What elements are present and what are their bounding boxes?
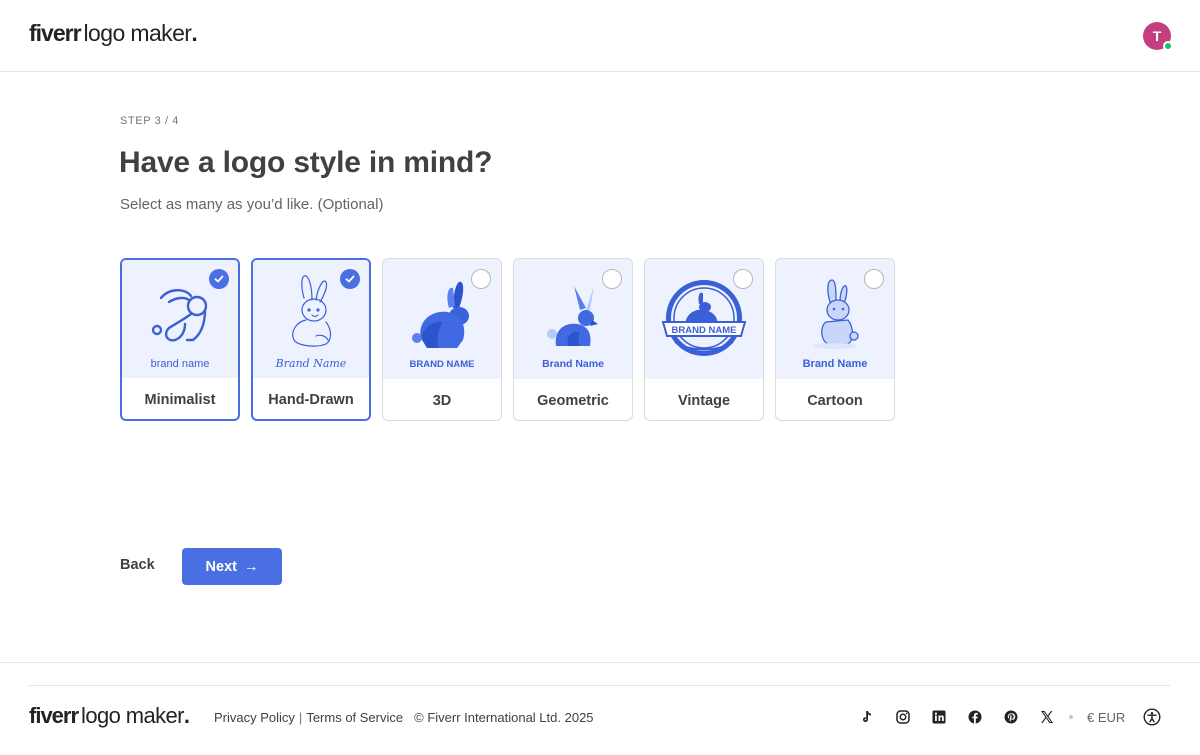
footer-logo-brand: fiverr: [29, 703, 79, 728]
footer-links: Privacy Policy | Terms of Service © Five…: [214, 710, 594, 725]
sample-text-geometric: Brand Name: [542, 358, 604, 370]
terms-of-service-link[interactable]: Terms of Service: [306, 710, 403, 725]
unchecked-circle-icon: [864, 269, 884, 289]
footer-fiverr-logo-maker-logo[interactable]: fiverr logo maker .: [29, 703, 190, 729]
pinterest-icon[interactable]: [1003, 709, 1019, 725]
sample-text-hand-drawn: Brand Name: [275, 357, 347, 370]
social-links: € EUR: [859, 708, 1161, 726]
footer: fiverr logo maker . Privacy Policy | Ter…: [0, 662, 1200, 755]
header: fiverr logo maker . T: [0, 0, 1200, 72]
next-button[interactable]: Next →: [182, 548, 282, 585]
tiktok-icon[interactable]: [859, 709, 875, 725]
sample-text-cartoon: Brand Name: [803, 358, 868, 370]
style-card-hand-drawn[interactable]: Brand Name Hand-Drawn: [251, 258, 371, 421]
footer-divider: [29, 685, 1170, 686]
arrow-right-icon: →: [243, 558, 259, 575]
page-subtitle: Select as many as you’d like. (Optional): [120, 196, 384, 213]
copyright-text: © Fiverr International Ltd. 2025: [414, 710, 594, 725]
logo-style-options: brand name Minimalist Brand Name Hand-Dr…: [120, 258, 895, 421]
sample-text-minimalist: brand name: [151, 358, 210, 370]
accessibility-icon[interactable]: [1143, 708, 1161, 726]
footer-logo-product: logo maker: [81, 703, 184, 728]
logo-product: logo maker: [83, 20, 192, 46]
logo-dot: .: [191, 20, 198, 46]
style-card-vintage[interactable]: BRAND NAME Vintage: [644, 258, 764, 421]
unchecked-circle-icon: [602, 269, 622, 289]
style-card-geometric[interactable]: Brand Name Geometric: [513, 258, 633, 421]
footer-link-separator: |: [298, 710, 303, 725]
style-card-cartoon[interactable]: Brand Name Cartoon: [775, 258, 895, 421]
unchecked-circle-icon: [471, 269, 491, 289]
back-button[interactable]: Back: [120, 557, 155, 573]
privacy-policy-link[interactable]: Privacy Policy: [214, 710, 295, 725]
facebook-icon[interactable]: [967, 709, 983, 725]
unchecked-circle-icon: [733, 269, 753, 289]
footer-bullet-separator: [1069, 715, 1073, 719]
style-label-geometric: Geometric: [537, 392, 609, 409]
step-indicator: STEP 3 / 4: [120, 115, 179, 127]
page-title: Have a logo style in mind?: [119, 146, 493, 179]
sample-text-3d: BRAND NAME: [410, 359, 475, 370]
style-label-cartoon: Cartoon: [807, 392, 863, 409]
style-label-minimalist: Minimalist: [144, 391, 216, 408]
linkedin-icon[interactable]: [931, 709, 947, 725]
currency-selector[interactable]: € EUR: [1087, 710, 1125, 725]
next-button-label: Next: [205, 558, 237, 575]
avatar-initial: T: [1152, 28, 1162, 44]
online-status-dot: [1163, 41, 1173, 51]
checked-icon: [340, 269, 360, 289]
style-label-vintage: Vintage: [677, 392, 731, 409]
logo-brand: fiverr: [29, 20, 82, 46]
checked-icon: [209, 269, 229, 289]
sample-text-vintage: BRAND NAME: [672, 325, 737, 336]
instagram-icon[interactable]: [895, 709, 911, 725]
style-card-3d[interactable]: BRAND NAME 3D: [382, 258, 502, 421]
x-icon[interactable]: [1039, 709, 1055, 725]
style-card-minimalist[interactable]: brand name Minimalist: [120, 258, 240, 421]
footer-logo-dot: .: [183, 703, 191, 728]
style-label-3d: 3D: [432, 392, 452, 409]
style-label-hand-drawn: Hand-Drawn: [268, 391, 354, 408]
fiverr-logo-maker-logo[interactable]: fiverr logo maker .: [29, 20, 198, 47]
